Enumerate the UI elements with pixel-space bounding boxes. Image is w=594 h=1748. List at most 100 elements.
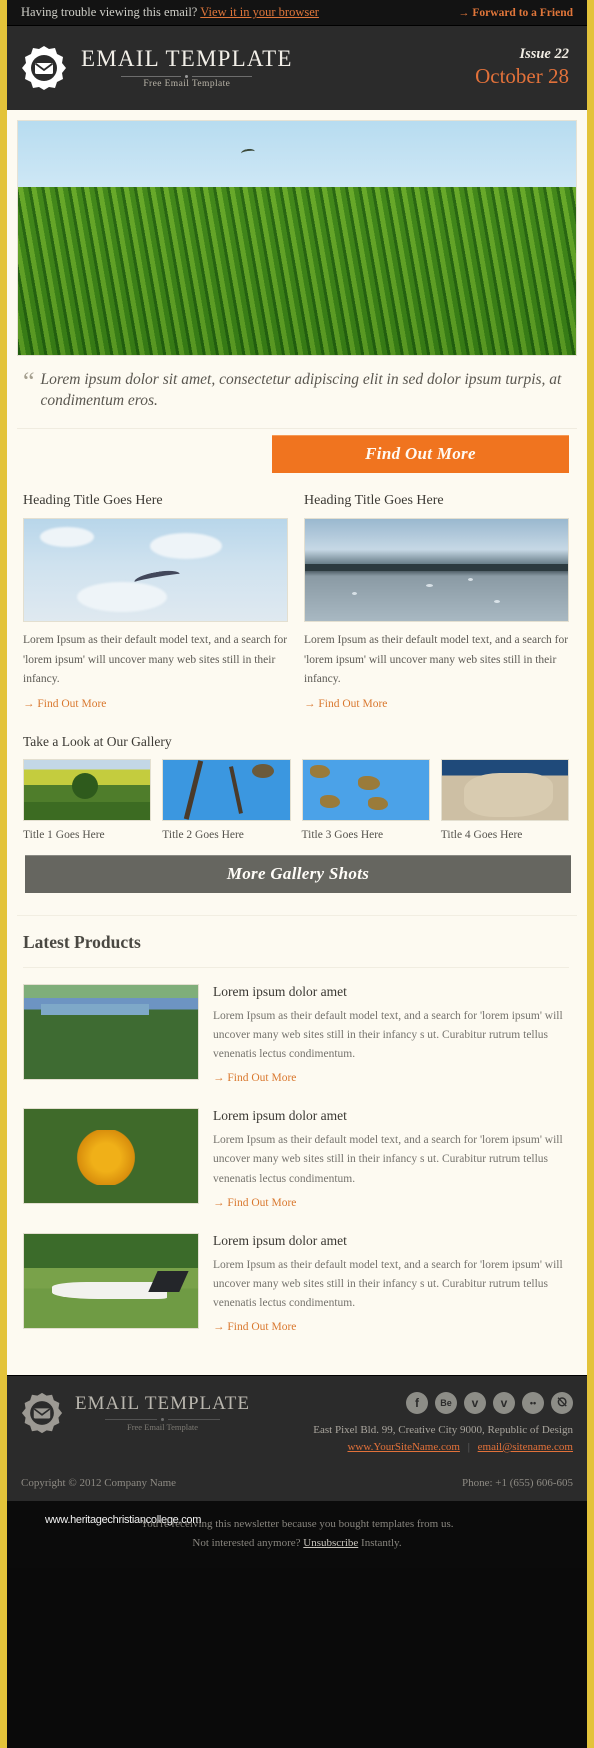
column-heading: Heading Title Goes Here — [304, 492, 444, 508]
product-body: Lorem ipsum dolor amet Lorem Ipsum as th… — [213, 1233, 569, 1335]
arrow-right-icon: → — [213, 1196, 225, 1209]
arrow-right-icon: → — [304, 698, 316, 711]
product-title: Lorem ipsum dolor amet — [213, 1108, 347, 1124]
brand-title: EMAIL TEMPLATE — [81, 46, 293, 72]
envelope-badge-icon — [21, 1392, 63, 1434]
gallery-item[interactable]: Title 4 Goes Here — [440, 759, 569, 842]
gallery-item[interactable]: Title 1 Goes Here — [23, 759, 152, 841]
unsubscribe-link[interactable]: Unsubscribe — [303, 1537, 358, 1549]
arrow-right-icon: → — [213, 1320, 225, 1333]
legal-line-2: Not interested anymore? Unsubscribe Inst… — [17, 1534, 577, 1553]
gallery-title: Title 4 Goes Here — [440, 829, 523, 842]
product-text: Lorem Ipsum as their default model text,… — [213, 1134, 563, 1185]
arrow-right-icon: → — [458, 6, 470, 19]
brand-divider — [81, 74, 293, 78]
facebook-icon[interactable]: f — [406, 1391, 428, 1414]
rss-icon[interactable]: ⦰ — [551, 1391, 573, 1414]
forward-to-friend[interactable]: → Forward to a Friend — [459, 7, 573, 19]
footer-brand-text: EMAIL TEMPLATE Free Email Template — [75, 1393, 250, 1432]
gallery-row: Title 1 Goes Here Title 2 Goes Here Titl… — [23, 759, 569, 841]
column-find-out-more-link[interactable]: → Find Out More — [304, 698, 387, 710]
social-links: f Be ᴠ v •• ⦰ — [313, 1391, 573, 1414]
link-label: Find Out More — [37, 698, 107, 711]
cta-row: Find Out More — [17, 427, 577, 473]
arrow-right-icon: → — [213, 1072, 225, 1085]
vimeo-icon[interactable]: v — [493, 1391, 515, 1414]
product-body: Lorem ipsum dolor amet Lorem Ipsum as th… — [213, 984, 569, 1086]
envelope-badge-icon — [21, 45, 67, 91]
issue-block: Issue 22 October 28 — [475, 47, 569, 88]
gallery-heading: Take a Look at Our Gallery — [23, 734, 172, 750]
sea-image[interactable] — [304, 517, 569, 622]
twitter-icon[interactable]: ᴠ — [464, 1391, 486, 1414]
product-find-out-more-link[interactable]: → Find Out More — [213, 1197, 296, 1209]
quote-text: Lorem ipsum dolor sit amet, consectetur … — [40, 371, 562, 409]
legal-block: You're receiving this newsletter because… — [7, 1500, 587, 1569]
gallery-item[interactable]: Title 2 Goes Here — [162, 759, 291, 842]
product-body: Lorem ipsum dolor amet Lorem Ipsum as th… — [213, 1108, 569, 1210]
link-label: Find Out More — [227, 1072, 297, 1085]
email-body: “ Lorem ipsum dolor sit amet, consectetu… — [7, 110, 587, 1375]
footer-brand-title: EMAIL TEMPLATE — [75, 1393, 250, 1415]
product-title: Lorem ipsum dolor amet — [213, 984, 347, 1000]
brand-text: EMAIL TEMPLATE Free Email Template — [81, 46, 293, 89]
forward-link-label: Forward to a Friend — [472, 6, 573, 19]
website-link[interactable]: www.YourSiteName.com — [347, 1441, 459, 1453]
column-text: Lorem Ipsum as their default model text,… — [304, 633, 569, 686]
column-heading: Heading Title Goes Here — [23, 492, 163, 508]
preheader-bar: Having trouble viewing this email? View … — [7, 0, 587, 26]
footer-brand[interactable]: EMAIL TEMPLATE Free Email Template — [21, 1392, 250, 1434]
footer-address: East Pixel Bld. 99, Creative City 9000, … — [313, 1423, 573, 1436]
behance-icon[interactable]: Be — [435, 1391, 457, 1414]
product-text: Lorem Ipsum as their default model text,… — [213, 1258, 563, 1309]
product-image[interactable] — [23, 984, 199, 1081]
products-heading: Latest Products — [23, 932, 569, 969]
watermark-text: www.heritagechristiancollege.com — [45, 1513, 202, 1526]
gallery-title: Title 2 Goes Here — [162, 829, 244, 842]
footer-brand-subtitle: Free Email Template — [126, 1422, 198, 1433]
gallery-thumbnail[interactable] — [301, 759, 430, 822]
column-find-out-more-link[interactable]: → Find Out More — [23, 698, 106, 710]
email-page: Having trouble viewing this email? View … — [0, 0, 594, 1748]
brand[interactable]: EMAIL TEMPLATE Free Email Template — [21, 45, 293, 91]
copyright-text: Copyright © 2012 Company Name — [21, 1476, 177, 1489]
footer-brand-divider — [75, 1418, 250, 1422]
product-row: Lorem ipsum dolor amet Lorem Ipsum as th… — [23, 984, 569, 1086]
find-out-more-button[interactable]: Find Out More — [272, 434, 569, 473]
preheader-left: Having trouble viewing this email? View … — [21, 5, 319, 20]
column-right: Heading Title Goes Here Lorem Ipsum as t… — [304, 493, 569, 712]
product-find-out-more-link[interactable]: → Find Out More — [213, 1072, 296, 1084]
flickr-icon[interactable]: •• — [522, 1391, 544, 1414]
issue-date: October 28 — [475, 64, 569, 89]
email-link[interactable]: email@sitename.com — [478, 1441, 573, 1453]
preheader-text: Having trouble viewing this email? — [21, 5, 198, 19]
gallery-section: Take a Look at Our Gallery Title 1 Goes … — [17, 712, 577, 841]
column-text: Lorem Ipsum as their default model text,… — [23, 633, 288, 686]
gallery-item[interactable]: Title 3 Goes Here — [301, 759, 430, 841]
quote-mark-icon: “ — [23, 367, 35, 396]
seagull-icon — [133, 567, 182, 588]
view-in-browser-link[interactable]: View it in your browser — [200, 5, 319, 19]
column-left: Heading Title Goes Here Lorem Ipsum as t… — [23, 493, 288, 712]
gallery-thumbnail[interactable] — [162, 759, 291, 822]
footer-right: f Be ᴠ v •• ⦰ East Pixel Bld. 99, Creati… — [313, 1391, 573, 1453]
product-image[interactable] — [23, 1108, 199, 1205]
product-find-out-more-link[interactable]: → Find Out More — [213, 1321, 296, 1333]
legal-line-2-post: Instantly. — [361, 1536, 402, 1549]
gallery-thumbnail[interactable] — [23, 759, 152, 822]
issue-number: Issue 22 — [519, 46, 569, 63]
gallery-thumbnail[interactable] — [440, 759, 569, 822]
more-gallery-shots-button[interactable]: More Gallery Shots — [25, 855, 571, 894]
product-row: Lorem ipsum dolor amet Lorem Ipsum as th… — [23, 1232, 569, 1335]
seagull-image[interactable] — [23, 517, 288, 622]
product-row: Lorem ipsum dolor amet Lorem Ipsum as th… — [23, 1108, 569, 1210]
link-label: Find Out More — [227, 1320, 297, 1333]
phone-text: Phone: +1 (655) 606-605 — [462, 1476, 573, 1489]
arrow-right-icon: → — [23, 698, 35, 711]
quote-block: “ Lorem ipsum dolor sit amet, consectetu… — [17, 356, 577, 418]
footer-links: www.YourSiteName.com | email@sitename.co… — [313, 1441, 573, 1453]
product-image[interactable] — [23, 1232, 199, 1329]
product-title: Lorem ipsum dolor amet — [213, 1232, 347, 1248]
link-separator: | — [467, 1440, 470, 1453]
footer: EMAIL TEMPLATE Free Email Template f Be … — [7, 1374, 587, 1501]
